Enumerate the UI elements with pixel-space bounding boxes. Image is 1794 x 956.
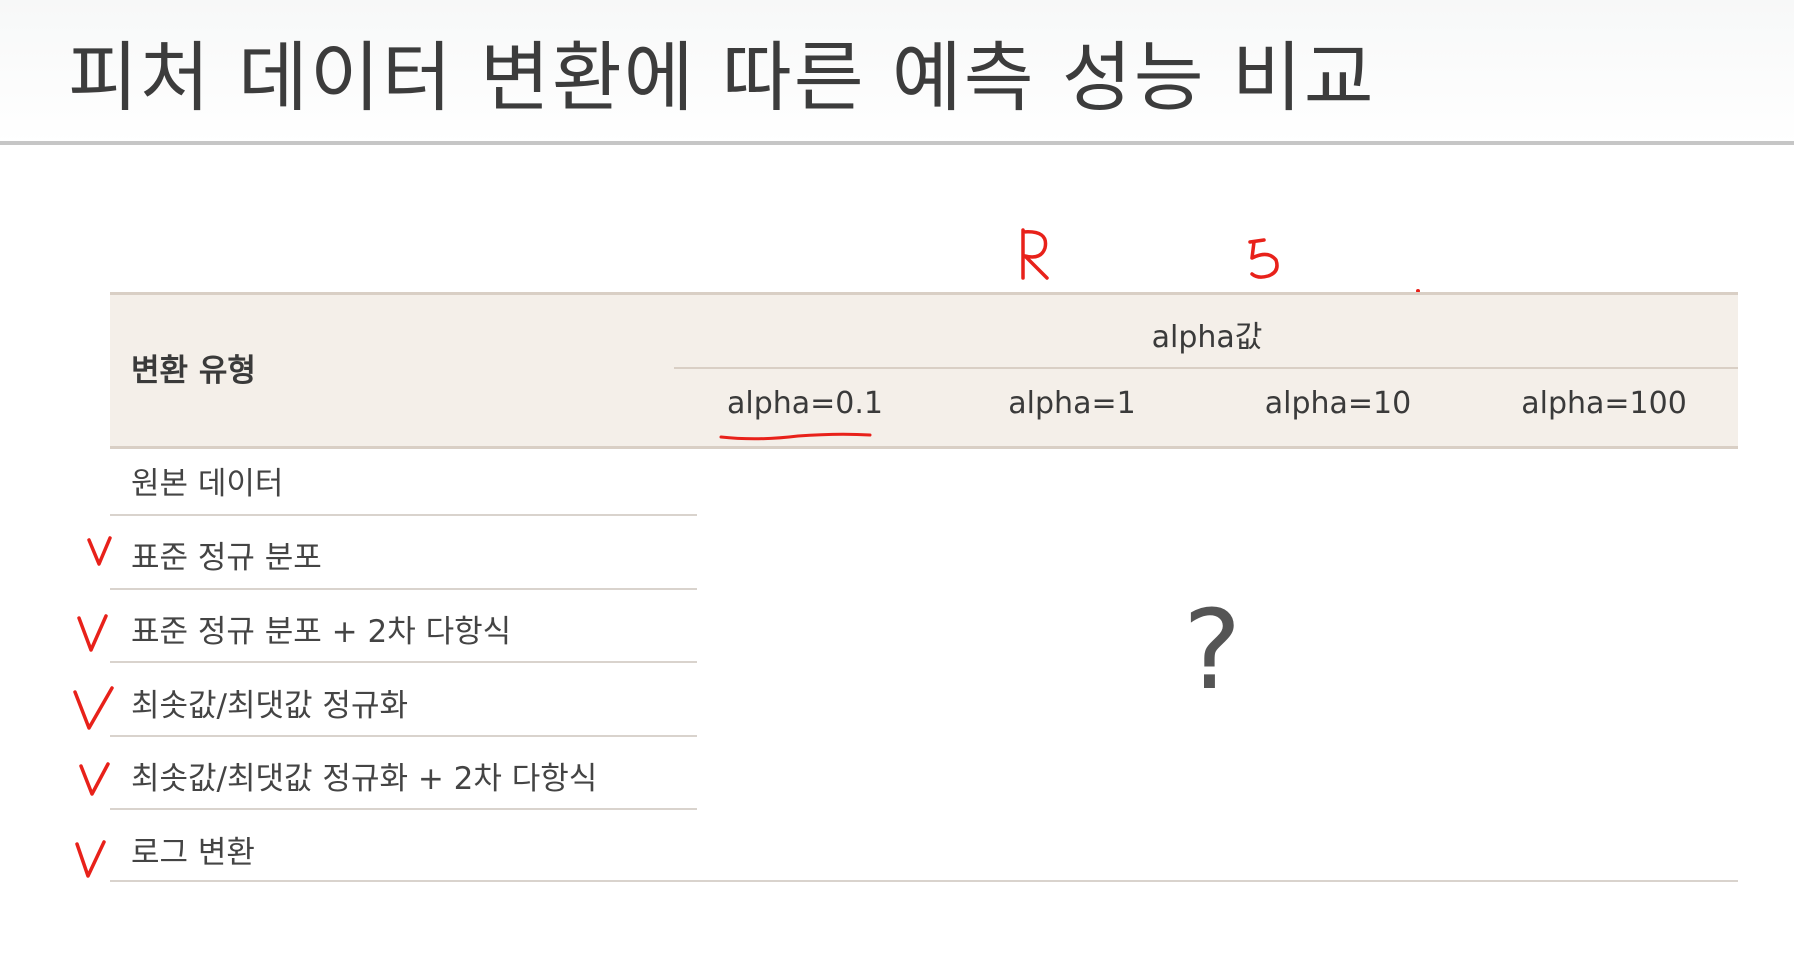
check-mark-icon bbox=[75, 840, 106, 878]
handwritten-r-mark bbox=[1021, 228, 1049, 280]
row-divider bbox=[110, 735, 697, 737]
alpha-column-3: alpha=100 bbox=[1521, 386, 1687, 421]
row-divider bbox=[110, 661, 697, 663]
row-label-log: 로그 변환 bbox=[131, 835, 255, 871]
title-bar: 피처 데이터 변환에 따른 예측 성능 비교 bbox=[0, 0, 1794, 145]
header-transform-type: 변환 유형 bbox=[131, 353, 256, 389]
row-label-minmax: 최솟값/최댓값 정규화 bbox=[131, 688, 408, 724]
page-title: 피처 데이터 변환에 따른 예측 성능 비교 bbox=[68, 33, 1376, 122]
header-alpha-value: alpha값 bbox=[1151, 320, 1263, 355]
row-label-original: 원본 데이터 bbox=[131, 466, 284, 502]
row-divider bbox=[110, 514, 697, 516]
row-divider bbox=[110, 588, 697, 590]
row-divider bbox=[110, 808, 697, 810]
title-divider bbox=[0, 141, 1794, 145]
row-label-minmax-poly: 최솟값/최댓값 정규화 + 2차 다항식 bbox=[131, 761, 598, 797]
alpha-column-1: alpha=1 bbox=[1008, 386, 1136, 421]
alpha-column-0: alpha=0.1 bbox=[726, 386, 883, 421]
check-mark-icon bbox=[87, 536, 112, 566]
check-mark-icon bbox=[73, 686, 114, 730]
handwritten-underline bbox=[719, 432, 872, 441]
table-bottom-rule bbox=[110, 880, 1738, 882]
row-label-standard-scaled: 표준 정규 분포 bbox=[131, 540, 322, 576]
subheader-divider bbox=[674, 367, 1738, 369]
check-mark-icon bbox=[77, 614, 108, 652]
table-header bbox=[110, 292, 1738, 449]
alpha-column-2: alpha=10 bbox=[1264, 386, 1412, 421]
handwritten-s-mark bbox=[1248, 238, 1279, 279]
row-label-standard-poly: 표준 정규 분포 + 2차 다항식 bbox=[131, 614, 512, 650]
question-mark: ? bbox=[1183, 586, 1242, 714]
check-mark-icon bbox=[79, 762, 110, 796]
